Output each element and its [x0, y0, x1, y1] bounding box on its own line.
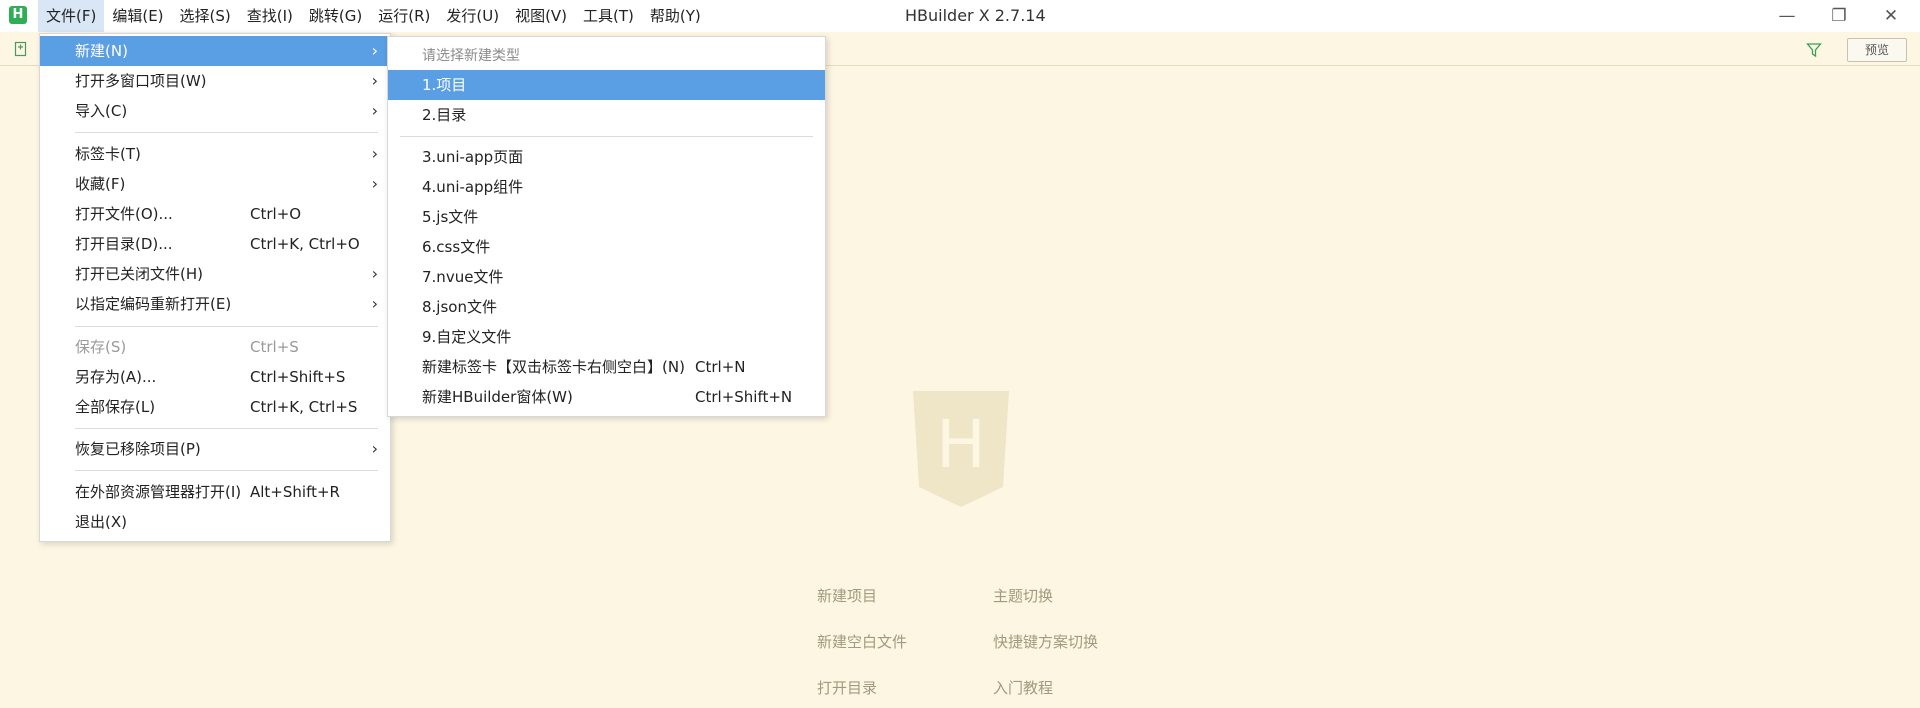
file-menu-item-open-closed-file[interactable]: 打开已关闭文件(H) › [40, 259, 390, 289]
chevron-right-icon: › [371, 101, 378, 120]
minimize-button[interactable]: — [1764, 0, 1810, 32]
new-item-js-file[interactable]: 5.js文件 [388, 202, 825, 232]
menu-separator [75, 470, 378, 471]
menu-bar: 文件(F) 编辑(E) 选择(S) 查找(I) 跳转(G) 运行(R) 发行(U… [38, 0, 709, 32]
menu-file[interactable]: 文件(F) [38, 0, 105, 32]
chevron-right-icon: › [371, 264, 378, 283]
new-item-project[interactable]: 1.项目 [388, 70, 825, 100]
new-file-icon[interactable] [13, 41, 29, 57]
menu-find[interactable]: 查找(I) [239, 0, 301, 32]
file-menu-item-exit[interactable]: 退出(X) [40, 507, 390, 537]
welcome-open-folder-link[interactable]: 打开目录 [817, 677, 877, 698]
menu-separator [400, 136, 813, 137]
maximize-button[interactable]: ❐ [1816, 0, 1862, 32]
file-menu-item-open-in-explorer[interactable]: 在外部资源管理器打开(I) Alt+Shift+R [40, 477, 390, 507]
new-item-custom-file[interactable]: 9.自定义文件 [388, 322, 825, 352]
preview-button[interactable]: 预览 [1847, 38, 1907, 62]
file-menu-item-restore-removed-project[interactable]: 恢复已移除项目(P) › [40, 434, 390, 464]
submenu-header: 请选择新建类型 [422, 48, 520, 64]
menu-separator [75, 428, 378, 429]
welcome-theme-switch-link[interactable]: 主题切换 [993, 585, 1053, 606]
menu-tools[interactable]: 工具(T) [575, 0, 642, 32]
file-menu-item-favorites[interactable]: 收藏(F) › [40, 169, 390, 199]
new-item-new-tab[interactable]: 新建标签卡【双击标签卡右侧空白】(N) Ctrl+N [388, 352, 825, 382]
new-item-uniapp-page[interactable]: 3.uni-app页面 [388, 142, 825, 172]
menu-edit[interactable]: 编辑(E) [104, 0, 171, 32]
welcome-keymap-switch-link[interactable]: 快捷键方案切换 [993, 631, 1098, 652]
chevron-right-icon: › [371, 144, 378, 163]
file-menu-item-save[interactable]: 保存(S) Ctrl+S [40, 332, 390, 362]
file-menu: 新建(N) › 打开多窗口项目(W) › 导入(C) › 标签卡(T) › 收藏… [39, 33, 391, 542]
welcome-new-blank-file-link[interactable]: 新建空白文件 [817, 631, 907, 652]
file-menu-item-save-all[interactable]: 全部保存(L) Ctrl+K, Ctrl+S [40, 392, 390, 422]
chevron-right-icon: › [371, 41, 378, 60]
menu-help[interactable]: 帮助(Y) [642, 0, 709, 32]
file-menu-item-open-folder[interactable]: 打开目录(D)... Ctrl+K, Ctrl+O [40, 229, 390, 259]
title-bar: H 文件(F) 编辑(E) 选择(S) 查找(I) 跳转(G) 运行(R) 发行… [0, 0, 1920, 32]
file-menu-item-open-multi-window-project[interactable]: 打开多窗口项目(W) › [40, 66, 390, 96]
welcome-new-project-link[interactable]: 新建项目 [817, 585, 877, 606]
file-menu-item-new[interactable]: 新建(N) › [40, 36, 390, 66]
file-menu-item-reopen-with-encoding[interactable]: 以指定编码重新打开(E) › [40, 289, 390, 319]
filter-icon[interactable] [1806, 42, 1822, 58]
svg-text:H: H [936, 406, 986, 483]
new-item-new-window[interactable]: 新建HBuilder窗体(W) Ctrl+Shift+N [388, 382, 825, 412]
close-button[interactable]: ✕ [1868, 0, 1914, 32]
file-menu-item-tabs[interactable]: 标签卡(T) › [40, 139, 390, 169]
app-logo-icon: H [9, 6, 27, 24]
menu-goto[interactable]: 跳转(G) [301, 0, 370, 32]
chevron-right-icon: › [371, 439, 378, 458]
menu-view[interactable]: 视图(V) [507, 0, 575, 32]
new-item-json-file[interactable]: 8.json文件 [388, 292, 825, 322]
menu-publish[interactable]: 发行(U) [438, 0, 507, 32]
new-submenu: 请选择新建类型 1.项目 2.目录 3.uni-app页面 4.uni-app组… [387, 36, 826, 417]
file-menu-item-save-as[interactable]: 另存为(A)... Ctrl+Shift+S [40, 362, 390, 392]
file-menu-item-import[interactable]: 导入(C) › [40, 96, 390, 126]
menu-separator [75, 132, 378, 133]
file-menu-item-open-file[interactable]: 打开文件(O)... Ctrl+O [40, 199, 390, 229]
menu-separator [75, 326, 378, 327]
window-title: HBuilder X 2.7.14 [905, 6, 1046, 25]
new-item-folder[interactable]: 2.目录 [388, 100, 825, 130]
new-item-uniapp-component[interactable]: 4.uni-app组件 [388, 172, 825, 202]
chevron-right-icon: › [371, 294, 378, 313]
menu-select[interactable]: 选择(S) [172, 0, 239, 32]
menu-run[interactable]: 运行(R) [370, 0, 438, 32]
chevron-right-icon: › [371, 174, 378, 193]
hbuilder-logo-icon: H [913, 391, 1009, 507]
chevron-right-icon: › [371, 71, 378, 90]
new-item-css-file[interactable]: 6.css文件 [388, 232, 825, 262]
welcome-tutorial-link[interactable]: 入门教程 [993, 677, 1053, 698]
new-item-nvue-file[interactable]: 7.nvue文件 [388, 262, 825, 292]
